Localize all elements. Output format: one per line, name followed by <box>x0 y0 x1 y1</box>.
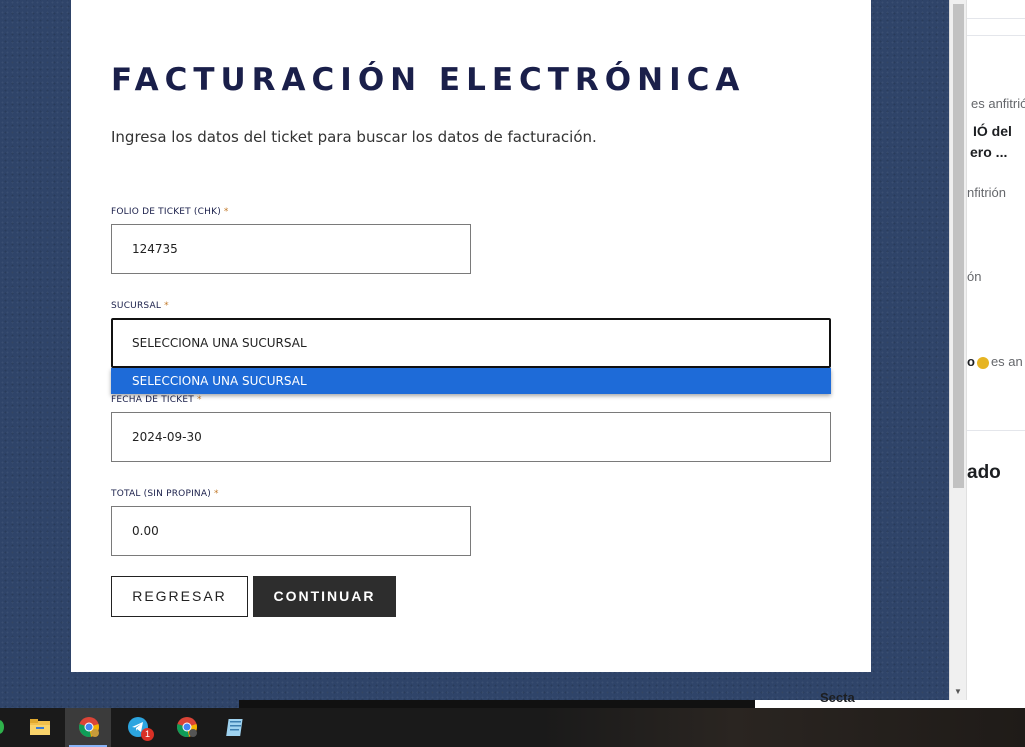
page-title: FACTURACIÓN ELECTRÓNICA <box>111 62 746 98</box>
sucursal-select[interactable]: SELECCIONA UNA SUCURSAL <box>111 318 831 368</box>
side-text: o es an <box>967 354 1023 369</box>
side-text: nfitrión <box>967 185 1007 200</box>
side-panel: es anfitrión IÓ del ero ... nfitrión ón … <box>966 0 1025 708</box>
divider <box>967 430 1025 431</box>
background-strip <box>239 700 755 708</box>
required-mark: * <box>223 207 229 217</box>
scrollbar-thumb[interactable] <box>953 4 964 488</box>
taskbar-chrome-profile[interactable] <box>163 708 209 747</box>
app-edge-icon[interactable] <box>0 720 4 734</box>
side-text: ón <box>967 269 982 284</box>
folio-label: FOLIO DE TICKET (CHK) * <box>111 207 229 217</box>
side-text: es anfitrión <box>971 96 1025 111</box>
folio-input[interactable]: 124735 <box>111 224 471 274</box>
fecha-input[interactable]: 2024-09-30 <box>111 412 831 462</box>
side-text: Secta <box>820 690 855 705</box>
side-text: es an <box>990 354 1023 369</box>
folio-label-text: FOLIO DE TICKET (CHK) <box>111 207 221 217</box>
taskbar-chrome[interactable] <box>65 708 111 747</box>
sucursal-label-text: SUCURSAL <box>111 301 162 311</box>
chrome-icon <box>177 717 197 737</box>
taskbar: 1 <box>0 708 1025 747</box>
fecha-label: FECHA DE TICKET * <box>111 395 202 405</box>
side-heading: ado <box>967 462 1001 483</box>
page-subtitle: Ingresa los datos del ticket para buscar… <box>111 128 597 146</box>
notification-badge: 1 <box>141 728 154 741</box>
taskbar-telegram[interactable]: 1 <box>114 708 160 747</box>
background-strip: Secta <box>755 690 1025 708</box>
side-name[interactable]: o <box>967 354 975 369</box>
chrome-icon <box>79 717 99 737</box>
divider <box>967 18 1025 19</box>
notepad-icon <box>226 719 243 736</box>
divider <box>967 35 1025 36</box>
fecha-label-text: FECHA DE TICKET <box>111 395 194 405</box>
total-label-text: TOTAL (SIN PROPINA) <box>111 489 211 499</box>
required-mark: * <box>164 301 169 311</box>
total-label: TOTAL (SIN PROPINA) * <box>111 489 219 499</box>
total-input[interactable]: 0.00 <box>111 506 471 556</box>
invoice-modal: FACTURACIÓN ELECTRÓNICA Ingresa los dato… <box>71 0 871 672</box>
scroll-down-arrow-icon[interactable]: ▼ <box>950 686 966 698</box>
scrollbar[interactable]: ▼ <box>949 0 966 700</box>
sucursal-dropdown-option[interactable]: SELECCIONA UNA SUCURSAL <box>111 368 831 394</box>
continue-button[interactable]: CONTINUAR <box>253 576 396 617</box>
required-mark: * <box>196 395 202 405</box>
taskbar-background <box>540 708 1025 747</box>
taskbar-file-explorer[interactable] <box>16 708 62 747</box>
verified-badge-icon <box>976 356 989 369</box>
side-text[interactable]: ero ... <box>970 144 1007 160</box>
required-mark: * <box>213 489 219 499</box>
taskbar-notepad[interactable] <box>212 708 258 747</box>
side-text[interactable]: IÓ del <box>973 123 1012 139</box>
back-button[interactable]: REGRESAR <box>111 576 248 617</box>
folder-icon <box>30 719 50 735</box>
sucursal-label: SUCURSAL * <box>111 301 169 311</box>
